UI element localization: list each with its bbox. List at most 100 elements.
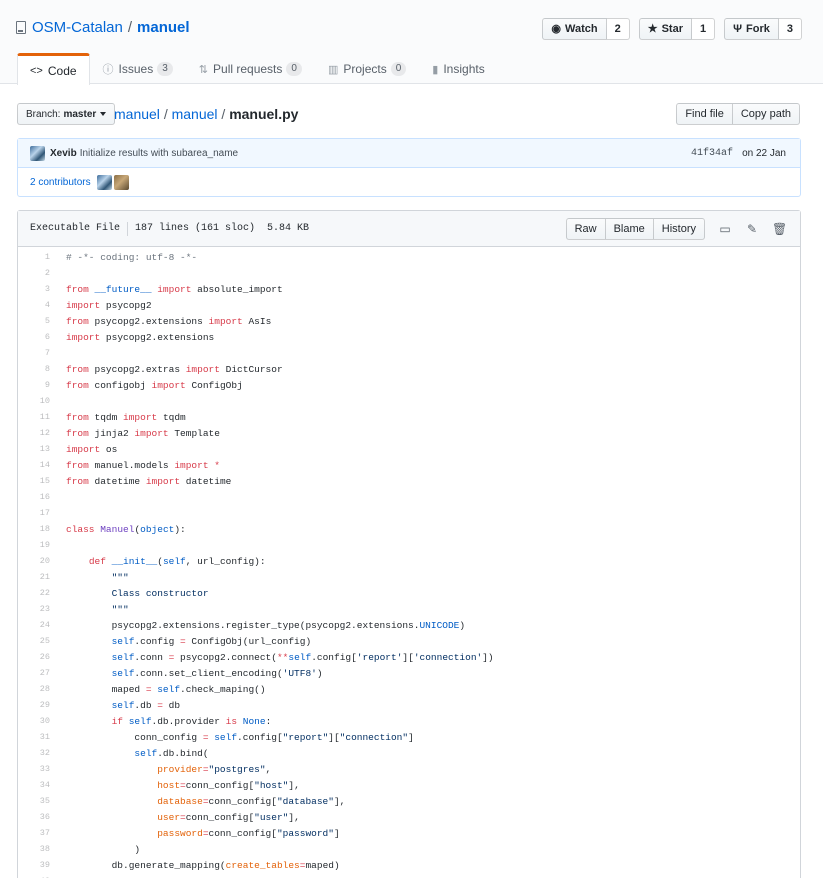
line-number[interactable]: 16	[18, 492, 50, 502]
file-mode: Executable File	[30, 223, 121, 234]
line-number[interactable]: 8	[18, 364, 50, 374]
line-number[interactable]: 15	[18, 476, 50, 486]
blame-button[interactable]: Blame	[605, 218, 654, 240]
tab-code[interactable]: <> Code	[17, 53, 90, 85]
line-number[interactable]: 21	[18, 572, 50, 582]
line-number[interactable]: 17	[18, 508, 50, 518]
line-number[interactable]: 26	[18, 652, 50, 662]
commit-sha[interactable]: 41f34af	[691, 148, 733, 159]
code-line: 18 class Manuel(object):	[18, 521, 800, 537]
line-code: """	[66, 603, 129, 615]
commit-tease: Xevib Initialize results with subarea_na…	[17, 138, 801, 197]
line-number[interactable]: 11	[18, 412, 50, 422]
avatar[interactable]	[30, 145, 45, 161]
star-count[interactable]: 1	[692, 18, 716, 40]
line-number[interactable]: 29	[18, 700, 50, 710]
breadcrumb-root-link[interactable]: manuel	[114, 106, 160, 122]
line-number[interactable]: 22	[18, 588, 50, 598]
line-number[interactable]: 37	[18, 828, 50, 838]
tab-issues[interactable]: ⓘ Issues 3	[90, 53, 186, 84]
line-number[interactable]: 20	[18, 556, 50, 566]
commit-author[interactable]: Xevib	[50, 148, 77, 159]
trash-icon[interactable]: 🗑	[772, 222, 787, 236]
line-number[interactable]: 5	[18, 316, 50, 326]
line-number[interactable]: 31	[18, 732, 50, 742]
file-header: Executable File 187 lines (161 sloc) 5.8…	[18, 211, 800, 247]
watch-count[interactable]: 2	[606, 18, 630, 40]
commit-meta: 41f34af on 22 Jan	[691, 148, 786, 159]
line-code: db.generate_mapping(create_tables=maped)	[66, 859, 340, 871]
fork-count[interactable]: 3	[778, 18, 802, 40]
repo-name: manuel	[137, 19, 190, 36]
line-number[interactable]: 4	[18, 300, 50, 310]
repo-header: OSM-Catalan / manuel ◉ Watch 2 ★ Star 1 …	[0, 0, 823, 85]
contributors-link[interactable]: 2 contributors	[30, 177, 91, 188]
raw-button[interactable]: Raw	[565, 218, 606, 240]
fork-button-group: Ψ Fork 3	[724, 18, 802, 40]
line-number[interactable]: 33	[18, 764, 50, 774]
star-button[interactable]: ★ Star	[638, 18, 692, 40]
line-number[interactable]: 18	[18, 524, 50, 534]
avatar[interactable]	[113, 174, 129, 190]
watch-button[interactable]: ◉ Watch	[542, 18, 607, 40]
line-number[interactable]: 6	[18, 332, 50, 342]
line-number[interactable]: 39	[18, 860, 50, 870]
pencil-icon[interactable]: ✎	[745, 222, 759, 236]
line-number[interactable]: 3	[18, 284, 50, 294]
line-number[interactable]: 7	[18, 348, 50, 358]
line-code: import psycopg2	[66, 299, 152, 311]
code-line: 40	[18, 873, 800, 878]
line-code: self.conn.set_client_encoding('UTF8')	[111, 667, 323, 679]
find-file-button[interactable]: Find file	[676, 103, 733, 125]
desktop-icon[interactable]: ▭	[718, 222, 732, 236]
code-line: 3 from __future__ import absolute_import	[18, 281, 800, 297]
line-number[interactable]: 10	[18, 396, 50, 406]
tab-issues-label: Issues	[118, 62, 154, 76]
code-line: 28 maped = self.check_maping()	[18, 681, 800, 697]
code-line: 29 self.db = db	[18, 697, 800, 713]
line-number[interactable]: 35	[18, 796, 50, 806]
fork-button[interactable]: Ψ Fork	[724, 18, 779, 40]
line-number[interactable]: 34	[18, 780, 50, 790]
line-number[interactable]: 13	[18, 444, 50, 454]
commit-message[interactable]: Initialize results with subarea_name	[80, 148, 238, 159]
line-code: from configobj import ConfigObj	[66, 379, 243, 391]
line-number[interactable]: 25	[18, 636, 50, 646]
line-number[interactable]: 28	[18, 684, 50, 694]
branch-select-button[interactable]: Branch: master	[17, 103, 116, 125]
eye-icon: ◉	[551, 23, 561, 35]
line-code: maped = self.check_maping()	[66, 683, 266, 695]
line-number[interactable]: 24	[18, 620, 50, 630]
history-button[interactable]: History	[653, 218, 705, 240]
code-line: 13 import os	[18, 441, 800, 457]
line-number[interactable]: 23	[18, 604, 50, 614]
repo-owner-link[interactable]: OSM-Catalan	[32, 19, 123, 36]
code-line: 5 from psycopg2.extensions import AsIs	[18, 313, 800, 329]
code-line: 38 )	[18, 841, 800, 857]
line-number[interactable]: 12	[18, 428, 50, 438]
tab-insights[interactable]: ▮ Insights	[419, 53, 497, 84]
line-code: if self.db.provider is None:	[111, 715, 272, 727]
tab-projects[interactable]: ▥ Projects 0	[315, 53, 419, 84]
tab-pull-requests[interactable]: ⇅ Pull requests 0	[186, 53, 315, 84]
latest-commit: Xevib Initialize results with subarea_na…	[18, 139, 800, 168]
repo-book-icon	[16, 21, 26, 34]
file-size: 5.84 KB	[267, 223, 310, 234]
line-number[interactable]: 14	[18, 460, 50, 470]
breadcrumb-dir-link[interactable]: manuel	[172, 106, 218, 122]
line-number[interactable]: 38	[18, 844, 50, 854]
line-number[interactable]: 30	[18, 716, 50, 726]
line-number[interactable]: 2	[18, 268, 50, 278]
line-number[interactable]: 27	[18, 668, 50, 678]
line-number[interactable]: 36	[18, 812, 50, 822]
star-icon: ★	[647, 23, 658, 35]
watch-label: Watch	[565, 23, 598, 35]
copy-path-button[interactable]: Copy path	[732, 103, 800, 125]
code-line: 35 database=conn_config["database"],	[18, 793, 800, 809]
line-number[interactable]: 19	[18, 540, 50, 550]
line-number[interactable]: 32	[18, 748, 50, 758]
line-number[interactable]: 1	[18, 252, 50, 262]
avatar[interactable]	[96, 174, 112, 190]
repo-name-link[interactable]: manuel	[137, 19, 190, 36]
line-number[interactable]: 9	[18, 380, 50, 390]
